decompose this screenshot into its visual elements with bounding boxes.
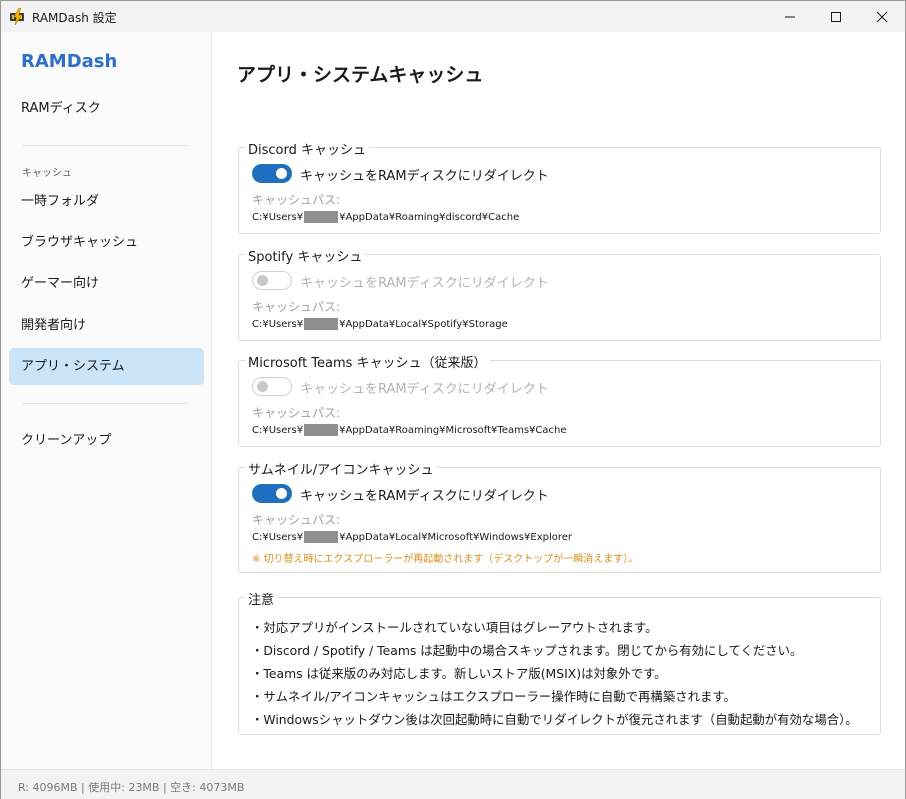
note-line: ・サムネイル/アイコンキャッシュはエクスプローラー操作時に自動で再構築されます。 <box>251 689 736 704</box>
cache-path-label: キャッシュパス: <box>252 300 341 314</box>
group-teams: Microsoft Teams キャッシュ（従来版） キャッシュをRAMディスク… <box>238 352 881 447</box>
cache-path-value: C:¥Users¥ ¥AppData¥Roaming¥Microsoft¥Team… <box>252 424 567 436</box>
maximize-button[interactable] <box>813 1 859 32</box>
path-prefix: C:¥Users¥ <box>252 318 304 330</box>
title-bar[interactable]: RAMDash 設定 <box>1 1 905 32</box>
toggle-label[interactable]: キャッシュをRAMディスクにリダイレクト <box>300 272 549 291</box>
toggle-knob <box>257 275 268 286</box>
group-spotify: Spotify キャッシュ キャッシュをRAMディスクにリダイレクト キャッシュ… <box>238 246 881 341</box>
group-header: Microsoft Teams キャッシュ（従来版） <box>245 352 490 371</box>
sidebar-item-browser-cache[interactable]: ブラウザキャッシュ <box>9 224 204 261</box>
main-content: アプリ・システムキャッシュ Discord キャッシュ キャッシュをRAMディス… <box>213 32 905 769</box>
redacted-username <box>304 424 339 436</box>
redacted-username <box>304 531 339 543</box>
group-notes: 注意 ・対応アプリがインストールされていない項目はグレーアウトされます。 ・Di… <box>238 589 881 735</box>
group-header: サムネイル/アイコンキャッシュ <box>245 459 437 478</box>
group-header: Spotify キャッシュ <box>245 246 366 265</box>
sidebar-section-cache: キャッシュ <box>22 168 72 179</box>
note-line: ・Windowsシャットダウン後は次回起動時に自動でリダイレクトが復元されます（… <box>251 712 858 727</box>
close-icon <box>876 11 888 22</box>
group-header: 注意 <box>245 589 278 608</box>
minimize-icon <box>785 16 795 17</box>
path-prefix: C:¥Users¥ <box>252 211 304 223</box>
teams-redirect-toggle[interactable] <box>252 377 292 396</box>
toggle-knob <box>276 168 287 179</box>
sidebar-divider <box>23 145 188 146</box>
settings-window: RAMDash 設定 RAMDash RAMディスク キャッシュ 一時フォルダ … <box>0 0 906 799</box>
toggle-label[interactable]: キャッシュをRAMディスクにリダイレクト <box>300 485 549 504</box>
brand-title: RAMDash <box>21 51 118 72</box>
cache-path-label: キャッシュパス: <box>252 513 341 527</box>
sidebar: RAMDash RAMディスク キャッシュ 一時フォルダ ブラウザキャッシュ ゲ… <box>1 32 212 769</box>
note-line: ・Discord / Spotify / Teams は起動中の場合スキップされ… <box>251 643 803 658</box>
toggle-label[interactable]: キャッシュをRAMディスクにリダイレクト <box>300 165 549 184</box>
cache-path-value: C:¥Users¥ ¥AppData¥Local¥Microsoft¥Window… <box>252 531 572 543</box>
sidebar-item-developers[interactable]: 開発者向け <box>9 307 204 344</box>
group-thumbnail: サムネイル/アイコンキャッシュ キャッシュをRAMディスクにリダイレクト キャッ… <box>238 459 881 573</box>
explorer-restart-warning: ※ 切り替え時にエクスプローラーが再起動されます（デスクトップが一瞬消えます）。 <box>252 554 639 565</box>
minimize-button[interactable] <box>767 1 813 32</box>
status-text: R: 4096MB | 使用中: 23MB | 空き: 4073MB <box>18 781 245 794</box>
path-suffix: ¥AppData¥Roaming¥discord¥Cache <box>339 211 520 223</box>
toggle-knob <box>257 381 268 392</box>
sidebar-item-cleanup[interactable]: クリーンアップ <box>9 422 204 459</box>
note-line: ・Teams は従来版のみ対応します。新しいストア版(MSIX)は対象外です。 <box>251 666 667 681</box>
notes-list: ・対応アプリがインストールされていない項目はグレーアウトされます。 ・Disco… <box>251 616 858 731</box>
cache-path-label: キャッシュパス: <box>252 406 341 420</box>
path-suffix: ¥AppData¥Local¥Spotify¥Storage <box>339 318 508 330</box>
cache-path-value: C:¥Users¥ ¥AppData¥Local¥Spotify¥Storage <box>252 318 508 330</box>
cache-path-label: キャッシュパス: <box>252 193 341 207</box>
toggle-knob <box>276 488 287 499</box>
path-suffix: ¥AppData¥Roaming¥Microsoft¥Teams¥Cache <box>339 424 567 436</box>
sidebar-item-ramdisk[interactable]: RAMディスク <box>9 90 204 127</box>
path-prefix: C:¥Users¥ <box>252 531 304 543</box>
close-button[interactable] <box>859 1 905 32</box>
maximize-icon <box>831 11 841 22</box>
status-bar: R: 4096MB | 使用中: 23MB | 空き: 4073MB <box>1 769 905 799</box>
group-header: Discord キャッシュ <box>245 139 369 158</box>
spotify-redirect-toggle[interactable] <box>252 271 292 290</box>
redacted-username <box>304 211 339 223</box>
toggle-label[interactable]: キャッシュをRAMディスクにリダイレクト <box>300 378 549 397</box>
sidebar-divider <box>23 403 188 404</box>
group-discord: Discord キャッシュ キャッシュをRAMディスクにリダイレクト キャッシュ… <box>238 139 881 234</box>
note-line: ・対応アプリがインストールされていない項目はグレーアウトされます。 <box>251 620 658 635</box>
window-title: RAMDash 設定 <box>32 11 117 25</box>
sidebar-item-gamers[interactable]: ゲーマー向け <box>9 265 204 302</box>
redacted-username <box>304 318 339 330</box>
discord-redirect-toggle[interactable] <box>252 164 292 183</box>
page-title: アプリ・システムキャッシュ <box>237 64 484 86</box>
sidebar-item-temp-folder[interactable]: 一時フォルダ <box>9 183 204 220</box>
lightning-app-icon <box>10 8 24 25</box>
cache-path-value: C:¥Users¥ ¥AppData¥Roaming¥discord¥Cache <box>252 211 519 223</box>
path-suffix: ¥AppData¥Local¥Microsoft¥Windows¥Explore… <box>339 531 573 543</box>
thumbnail-redirect-toggle[interactable] <box>252 484 292 503</box>
path-prefix: C:¥Users¥ <box>252 424 304 436</box>
sidebar-item-app-system[interactable]: アプリ・システム <box>9 348 204 385</box>
